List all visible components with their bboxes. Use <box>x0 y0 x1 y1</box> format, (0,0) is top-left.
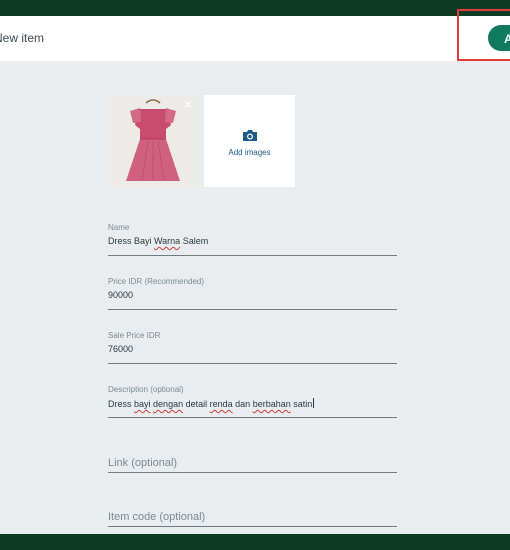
description-misspelled: dengan <box>153 399 184 409</box>
sale-price-value[interactable]: 76000 <box>108 344 133 354</box>
description-part: satin <box>290 399 313 409</box>
camera-icon <box>243 130 257 141</box>
link-field[interactable]: Link (optional) <box>108 455 397 475</box>
sale-price-label: Sale Price IDR <box>108 331 161 340</box>
description-underline <box>108 417 397 418</box>
add-button[interactable]: Add <box>488 25 510 51</box>
remove-image-close-icon[interactable]: × <box>181 97 195 111</box>
description-misspelled: renda <box>209 399 233 409</box>
description-part: detail <box>183 399 210 409</box>
price-field[interactable]: Price IDR (Recommended) 90000 <box>108 277 397 311</box>
window-bottom-bar <box>0 534 510 550</box>
name-value[interactable]: Dress Bayi Warna Salem <box>108 236 208 246</box>
add-images-label: Add images <box>228 148 271 157</box>
add-images-button[interactable]: Add images <box>204 95 295 187</box>
description-misspelled: berbahan <box>252 399 291 409</box>
description-label: Description (optional) <box>108 385 184 394</box>
price-value[interactable]: 90000 <box>108 290 133 300</box>
description-misspelled: bayi <box>134 399 151 409</box>
item-code-placeholder: Item code (optional) <box>108 511 206 523</box>
link-underline <box>108 472 397 473</box>
description-part: Dress <box>108 399 135 409</box>
item-code-field[interactable]: Item code (optional) <box>108 509 397 529</box>
description-part: dan <box>232 399 253 409</box>
description-value[interactable]: Dress bayi dengan detail renda dan berba… <box>108 398 315 409</box>
price-label: Price IDR (Recommended) <box>108 277 205 286</box>
name-field[interactable]: Name Dress Bayi Warna Salem <box>108 223 397 257</box>
header: New item Add <box>0 16 510 61</box>
name-value-misspelled: Warna <box>154 236 181 246</box>
name-value-part: Salem <box>180 236 209 246</box>
window-top-bar <box>0 0 510 16</box>
description-field[interactable]: Description (optional) Dress bayi dengan… <box>108 385 397 419</box>
link-placeholder: Link (optional) <box>108 457 178 469</box>
name-underline <box>108 255 397 256</box>
text-caret <box>313 398 315 408</box>
price-underline <box>108 309 397 310</box>
sale-price-underline <box>108 363 397 364</box>
sale-price-field[interactable]: Sale Price IDR 76000 <box>108 331 397 365</box>
product-image-thumbnail[interactable]: × <box>108 95 199 187</box>
name-value-part: Dress Bayi <box>108 236 155 246</box>
name-label: Name <box>108 223 130 232</box>
item-code-underline <box>108 526 397 527</box>
page-title: New item <box>0 31 45 45</box>
